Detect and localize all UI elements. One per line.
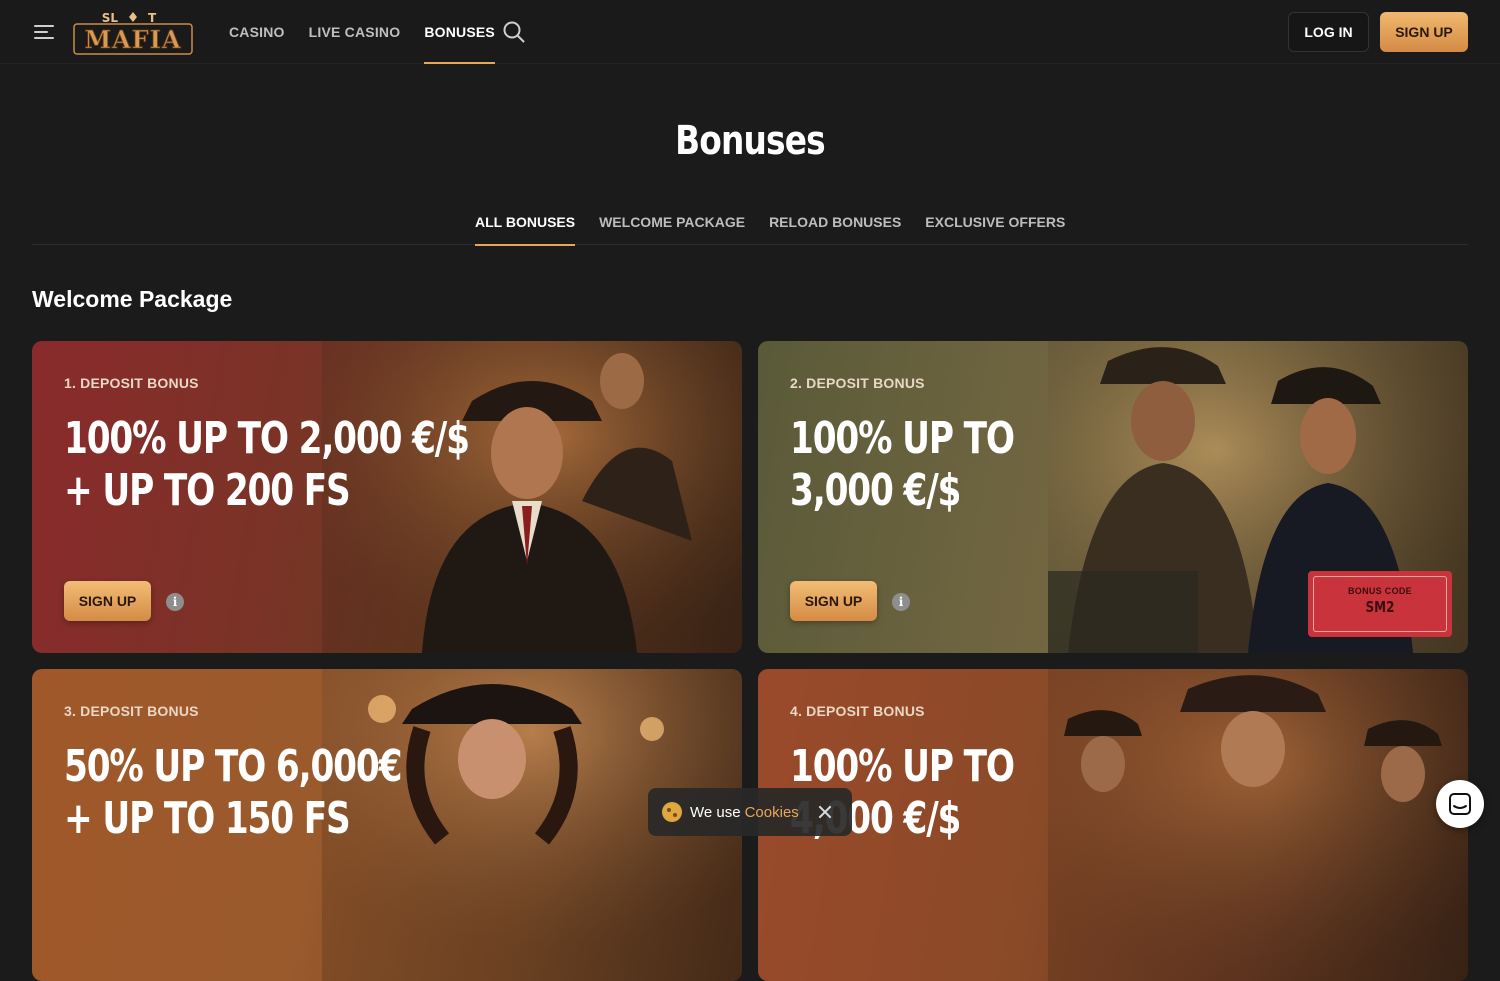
info-icon[interactable]: i [166, 593, 184, 611]
tab-welcome-package[interactable]: WELCOME PACKAGE [599, 200, 745, 245]
bonus-code-value: SM2 [1365, 598, 1395, 616]
card-label: 2. DEPOSIT BONUS [790, 375, 925, 391]
svg-text:MAFIA: MAFIA [84, 25, 181, 54]
nav-casino[interactable]: CASINO [229, 0, 285, 64]
login-button[interactable]: LOG IN [1288, 12, 1369, 52]
tab-exclusive-offers[interactable]: EXCLUSIVE OFFERS [925, 200, 1065, 245]
cookie-banner: We use Cookies [648, 788, 852, 836]
slot-mafia-logo[interactable]: SL T MAFIA [72, 10, 194, 56]
svg-text:T: T [148, 11, 157, 25]
section-title: Welcome Package [32, 286, 233, 312]
bonus-tabs: ALL BONUSES WELCOME PACKAGE RELOAD BONUS… [32, 200, 1468, 246]
chat-icon[interactable] [1436, 780, 1484, 828]
svg-text:SL: SL [102, 11, 119, 25]
bonus-card-2: 2. DEPOSIT BONUS 100% UP TO 3,000 €/$ SI… [758, 341, 1468, 653]
nav-bonuses[interactable]: BONUSES [424, 0, 495, 64]
close-icon[interactable] [817, 804, 833, 820]
cookies-link[interactable]: Cookies [745, 804, 799, 821]
tab-reload-bonuses[interactable]: RELOAD BONUSES [769, 200, 901, 245]
tab-all-bonuses[interactable]: ALL BONUSES [475, 200, 576, 246]
page-title: Bonuses [675, 118, 826, 164]
cookie-text: We use [690, 803, 741, 821]
info-icon[interactable]: i [892, 593, 910, 611]
bonus-card-3: 3. DEPOSIT BONUS 50% UP TO 6,000€ + UP T… [32, 669, 742, 981]
menu-icon[interactable] [32, 21, 56, 43]
card-headline: 100% UP TO 2,000 €/$ + UP TO 200 FS [64, 413, 470, 516]
bonus-code-ticket[interactable]: BONUS CODE SM2 [1308, 571, 1452, 637]
card-label: 3. DEPOSIT BONUS [64, 703, 199, 719]
card-headline: 50% UP TO 6,000€ + UP TO 150 FS [64, 741, 402, 844]
card-signup-button[interactable]: SIGN UP [790, 581, 877, 621]
card-label: 4. DEPOSIT BONUS [790, 703, 925, 719]
mafia-gang-illustration [1048, 669, 1468, 981]
top-navigation-bar: SL T MAFIA CASINO LIVE CASINO BONUSES LO… [0, 0, 1500, 64]
bonus-code-label: BONUS CODE [1347, 586, 1412, 596]
bonus-card-4: 4. DEPOSIT BONUS 100% UP TO 4,000 €/$ [758, 669, 1468, 981]
card-headline: 100% UP TO 3,000 €/$ [790, 413, 1015, 516]
nav-live-casino[interactable]: LIVE CASINO [309, 0, 401, 64]
signup-button[interactable]: SIGN UP [1380, 12, 1468, 52]
card-label: 1. DEPOSIT BONUS [64, 375, 199, 391]
card-signup-button[interactable]: SIGN UP [64, 581, 151, 621]
search-icon[interactable] [502, 20, 526, 44]
main-nav: CASINO LIVE CASINO BONUSES [229, 0, 495, 64]
bonus-card-1: 1. DEPOSIT BONUS 100% UP TO 2,000 €/$ + … [32, 341, 742, 653]
cookie-icon [662, 802, 682, 822]
